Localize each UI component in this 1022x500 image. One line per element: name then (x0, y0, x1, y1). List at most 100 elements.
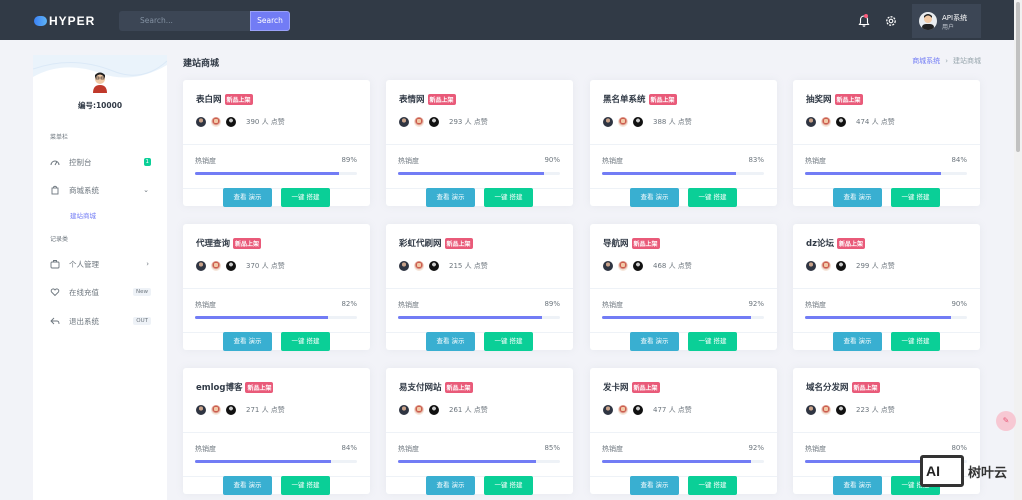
likes-count: 474 人 点赞 (856, 118, 895, 126)
sidebar-subitem-site-mall[interactable]: 建站商城 (70, 210, 96, 220)
product-name[interactable]: dz论坛 (806, 237, 834, 249)
product-name[interactable]: 表白网 (196, 93, 222, 105)
liker-avatars (195, 116, 240, 128)
progress-fill (602, 172, 737, 175)
profile-avatar[interactable] (91, 71, 109, 93)
view-demo-button[interactable]: 查看 演示 (833, 188, 882, 207)
hot-label: 热销度 (602, 445, 623, 453)
likes-count: 468 人 点赞 (653, 262, 692, 270)
product-name[interactable]: emlog博客 (196, 381, 242, 393)
liker-avatars (602, 116, 647, 128)
avatar (632, 404, 644, 416)
sidebar-item-recharge[interactable]: 在线充值 New (50, 284, 167, 300)
likes-count: 215 人 点赞 (449, 262, 488, 270)
new-product-badge: 新品上架 (444, 237, 473, 249)
one-click-build-button[interactable]: 一键 搭建 (484, 188, 533, 207)
view-demo-button[interactable]: 查看 演示 (630, 476, 679, 495)
card-title: 表白网 新品上架 (196, 93, 253, 105)
gear-icon[interactable] (884, 14, 898, 28)
avatar (225, 260, 237, 272)
view-demo-button[interactable]: 查看 演示 (833, 332, 882, 351)
hot-label: 热销度 (805, 445, 826, 453)
brand-logo[interactable]: HYPER (34, 14, 95, 28)
sidebar-item-label: 商城系统 (69, 185, 99, 195)
one-click-build-button[interactable]: 一键 搭建 (484, 332, 533, 351)
one-click-build-button[interactable]: 一键 搭建 (484, 476, 533, 495)
product-name[interactable]: 易支付网站 (399, 381, 442, 393)
product-name[interactable]: 域名分发网 (806, 381, 849, 393)
product-name[interactable]: 表情网 (399, 93, 425, 105)
sidebar-item-logout[interactable]: 退出系统 OUT (50, 313, 167, 329)
avatar (195, 404, 207, 416)
view-demo-button[interactable]: 查看 演示 (630, 332, 679, 351)
view-demo-button[interactable]: 查看 演示 (426, 476, 475, 495)
translate-float-icon[interactable]: ✎ (996, 411, 1016, 431)
hot-percentage: 92% (748, 444, 764, 452)
view-demo-button[interactable]: 查看 演示 (426, 332, 475, 351)
search-input[interactable]: Search... (119, 11, 250, 31)
product-card: 抽奖网 新品上架 474 人 点赞 热销度 84% 查看 演示 一键 搭建 (793, 80, 980, 207)
liker-avatars (195, 404, 240, 416)
divider (590, 432, 777, 433)
view-demo-button[interactable]: 查看 演示 (630, 188, 679, 207)
one-click-build-button[interactable]: 一键 搭建 (281, 476, 330, 495)
likes-count: 299 人 点赞 (856, 262, 895, 270)
avatar (919, 12, 937, 30)
view-demo-button[interactable]: 查看 演示 (833, 476, 882, 495)
page-title: 建站商城 (183, 59, 220, 69)
product-name[interactable]: 彩虹代刷网 (399, 237, 442, 249)
avatar (398, 260, 410, 272)
watermark-logo: AI (920, 455, 964, 487)
one-click-build-button[interactable]: 一键 搭建 (688, 188, 737, 207)
sidebar-item-label: 控制台 (69, 157, 92, 167)
avatar (428, 260, 440, 272)
new-product-badge: 新品上架 (631, 381, 660, 393)
search-button[interactable]: Search (250, 11, 290, 31)
divider (793, 144, 980, 145)
view-demo-button[interactable]: 查看 演示 (223, 476, 272, 495)
sidebar-item-shop-system[interactable]: 商城系统 ⌄ (50, 182, 167, 198)
product-card: 代理查询 新品上架 370 人 点赞 热销度 82% 查看 演示 一键 搭建 (183, 224, 370, 351)
avatar (398, 116, 410, 128)
divider (183, 144, 370, 145)
user-menu[interactable]: API系统 用户 (912, 4, 981, 38)
avatar (617, 260, 629, 272)
liker-avatars (398, 116, 443, 128)
hot-progress-bar (195, 316, 357, 319)
view-demo-button[interactable]: 查看 演示 (223, 332, 272, 351)
product-name[interactable]: 代理查询 (196, 237, 230, 249)
card-title: emlog博客 新品上架 (196, 381, 274, 393)
product-name[interactable]: 抽奖网 (806, 93, 832, 105)
watermark-text: 树叶云 (968, 466, 1008, 481)
avatar (413, 260, 425, 272)
product-name[interactable]: 导航网 (603, 237, 629, 249)
one-click-build-button[interactable]: 一键 搭建 (688, 332, 737, 351)
sidebar-item-dashboard[interactable]: 控制台 1 (50, 154, 167, 170)
one-click-build-button[interactable]: 一键 搭建 (891, 188, 940, 207)
breadcrumb-link[interactable]: 商城系统 (912, 57, 940, 65)
product-name[interactable]: 黑名单系统 (603, 93, 646, 105)
view-demo-button[interactable]: 查看 演示 (223, 188, 272, 207)
hot-progress-bar (602, 460, 764, 463)
divider (386, 188, 573, 189)
out-badge: OUT (133, 317, 151, 325)
progress-fill (602, 316, 752, 319)
view-demo-button[interactable]: 查看 演示 (426, 188, 475, 207)
scrollbar-thumb[interactable] (1016, 2, 1020, 152)
sidebar-item-personal[interactable]: 个人管理 › (50, 256, 167, 272)
one-click-build-button[interactable]: 一键 搭建 (891, 332, 940, 351)
hot-percentage: 84% (951, 156, 967, 164)
card-title: 表情网 新品上架 (399, 93, 456, 105)
hot-progress-bar (602, 172, 764, 175)
one-click-build-button[interactable]: 一键 搭建 (281, 332, 330, 351)
progress-fill (195, 460, 332, 463)
one-click-build-button[interactable]: 一键 搭建 (688, 476, 737, 495)
product-name[interactable]: 发卡网 (603, 381, 629, 393)
one-click-build-button[interactable]: 一键 搭建 (281, 188, 330, 207)
hot-progress-bar (805, 316, 967, 319)
sidebar: 编号:10000 菜单栏 控制台 1 商城系统 ⌄ 建站商城 记录类 个人管理 … (33, 55, 167, 500)
card-title: 发卡网 新品上架 (603, 381, 660, 393)
card-title: 代理查询 新品上架 (196, 237, 262, 249)
logo-mark-icon (34, 16, 47, 26)
divider (386, 288, 573, 289)
